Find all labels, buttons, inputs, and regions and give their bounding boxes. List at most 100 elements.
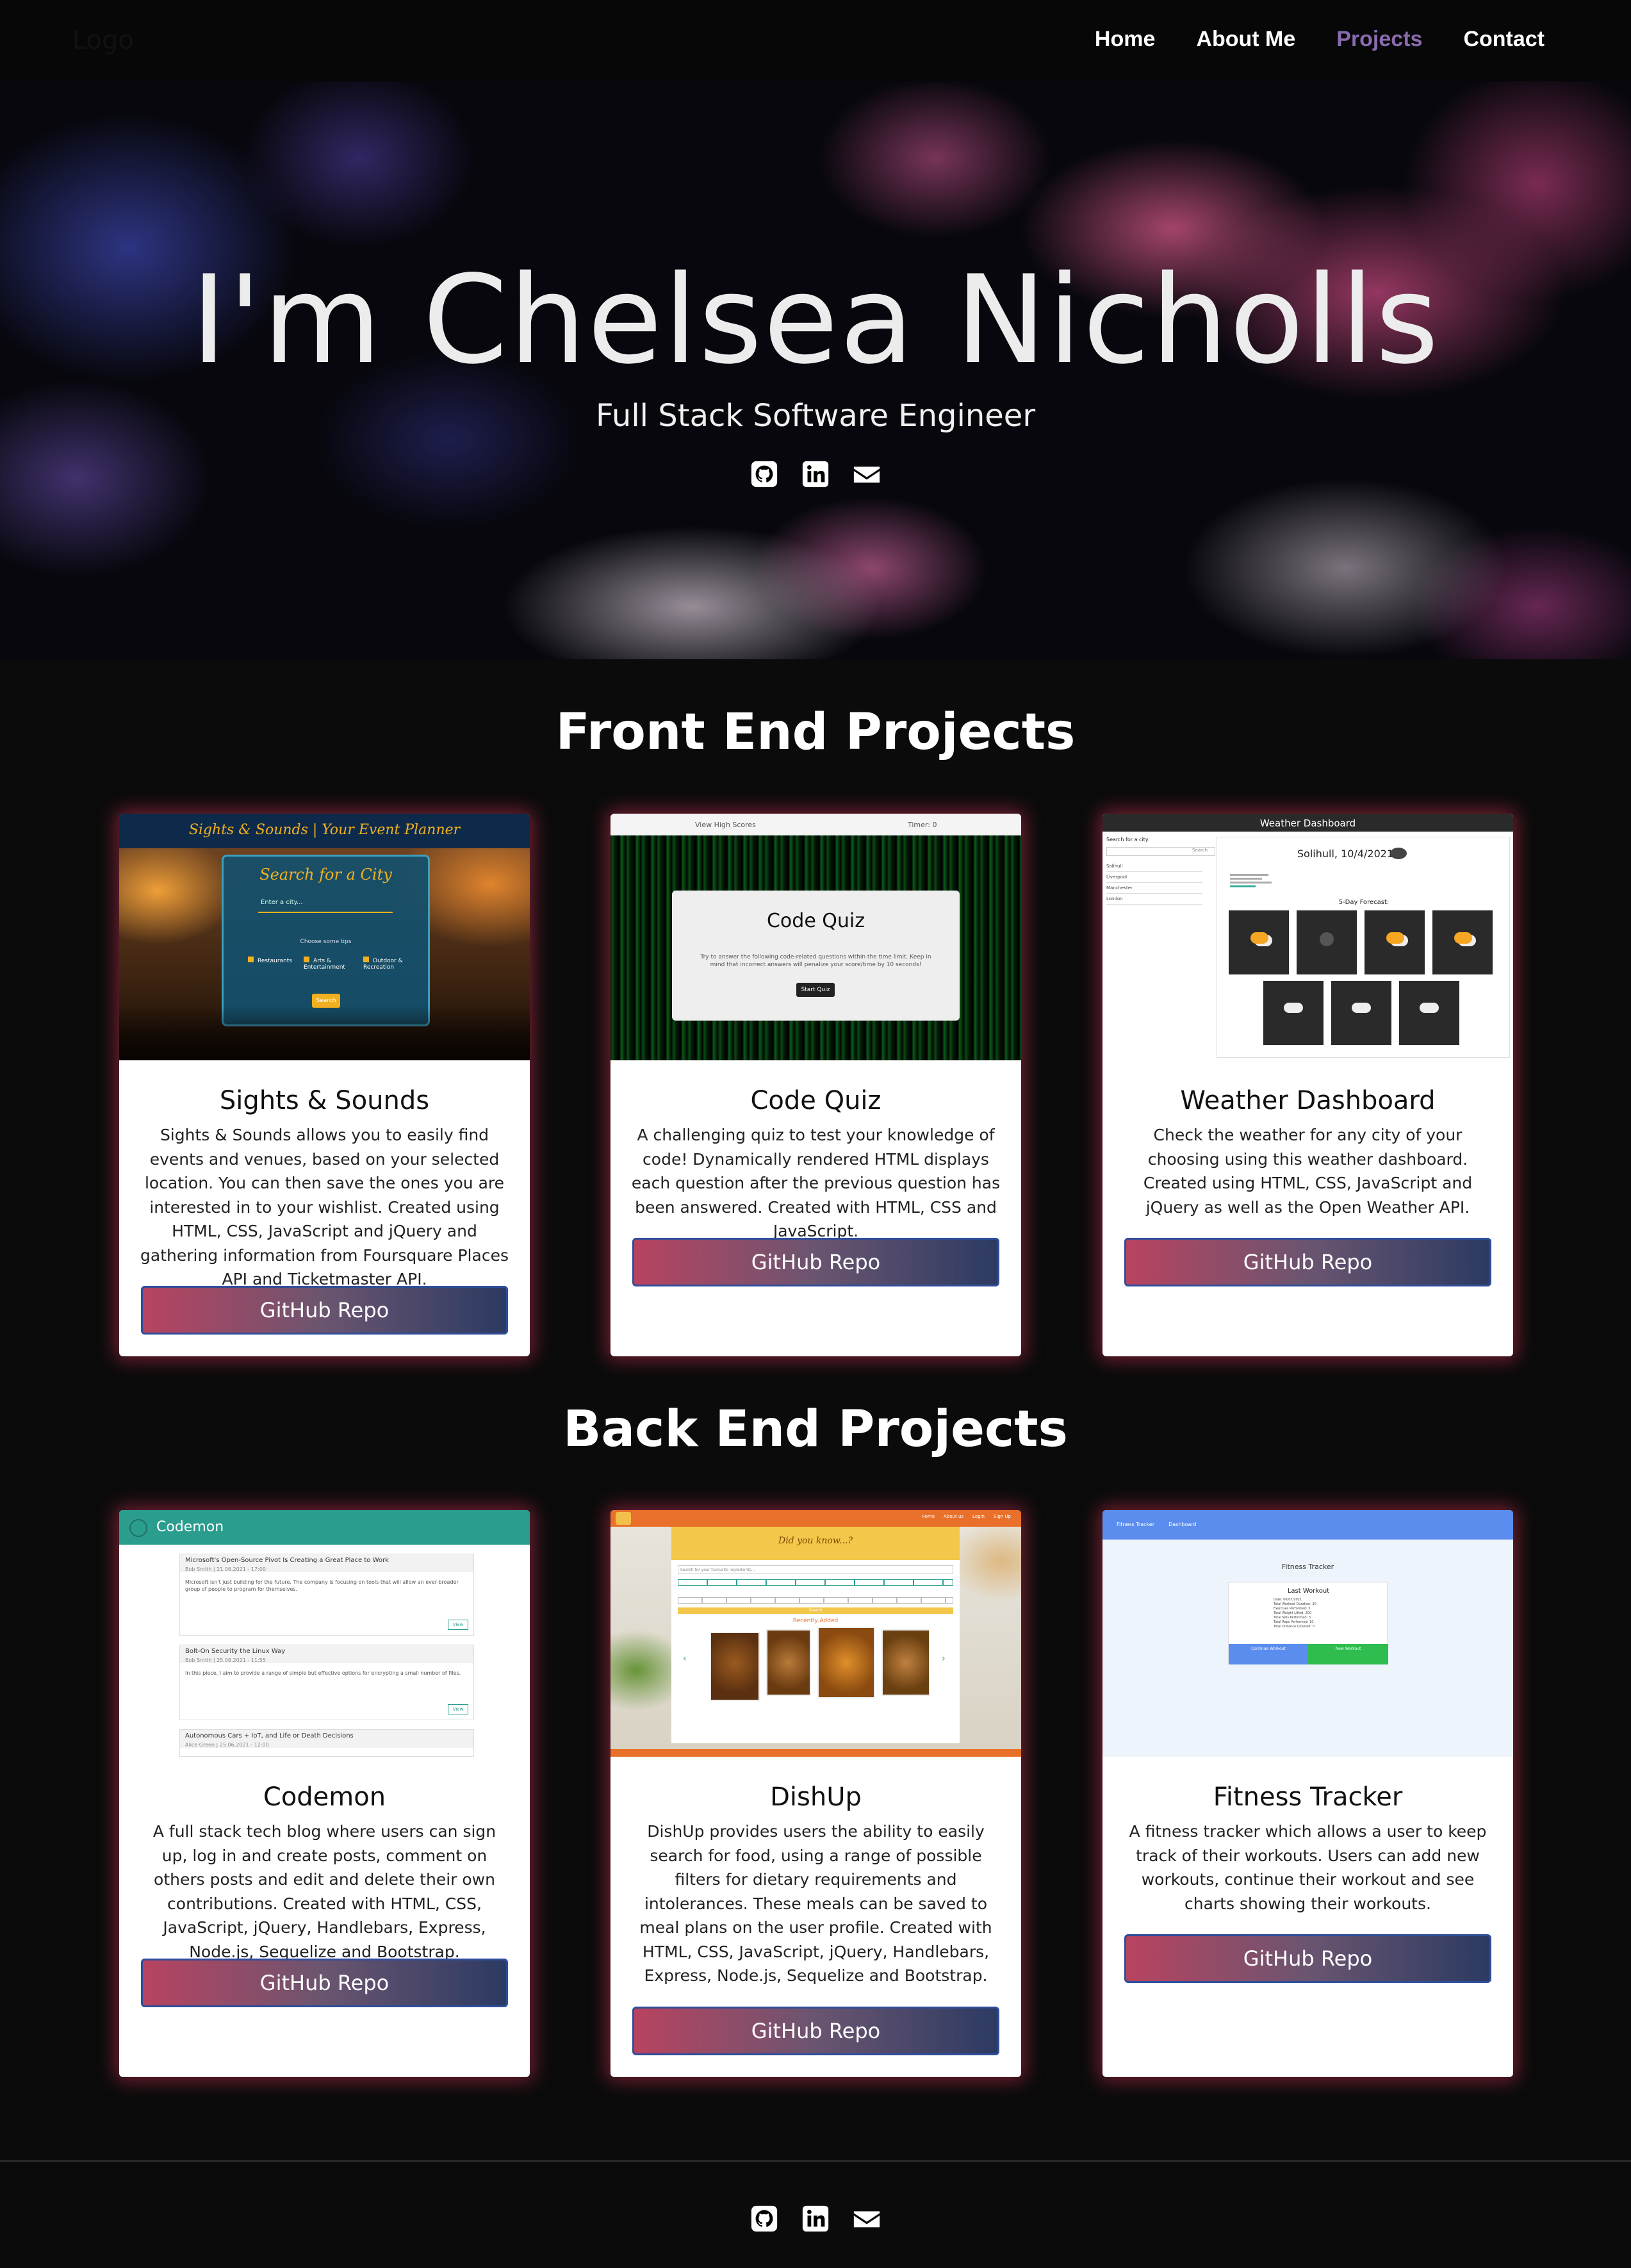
cq-timer: Timer: 0 bbox=[908, 821, 937, 829]
ft-new-button[interactable]: New Workout bbox=[1308, 1644, 1388, 1664]
card-title: Codemon bbox=[263, 1782, 386, 1812]
ft-nav-link[interactable]: Fitness Tracker bbox=[1117, 1522, 1154, 1527]
card-title: DishUp bbox=[770, 1782, 862, 1812]
github-repo-button[interactable]: GitHub Repo bbox=[1124, 1238, 1491, 1286]
nav-home-link[interactable]: Home bbox=[1095, 27, 1155, 52]
recipe-card[interactable] bbox=[817, 1627, 875, 1698]
code-quiz-screenshot[interactable]: View High Scores Timer: 0 Code Quiz Try … bbox=[611, 814, 1021, 1060]
hero-title: I'm Chelsea Nicholls bbox=[191, 249, 1440, 391]
cq-intro-text: Try to answer the following code-related… bbox=[700, 954, 931, 968]
cm-view-button[interactable]: View bbox=[448, 1704, 468, 1714]
linkedin-icon[interactable] bbox=[801, 2204, 830, 2233]
ft-continue-button[interactable]: Continue Workout bbox=[1229, 1644, 1308, 1664]
dishup-screenshot[interactable]: Home About us Login Sign Up Did you know… bbox=[611, 1510, 1021, 1757]
ft-stat-row: Total Reps Performed: 10 bbox=[1274, 1620, 1314, 1624]
card-title: Weather Dashboard bbox=[1180, 1086, 1436, 1115]
cm-post-title[interactable]: Microsoft's Open-Source Pivot Is Creatin… bbox=[180, 1554, 473, 1566]
chevron-left-icon[interactable]: ‹ bbox=[683, 1654, 687, 1664]
ss-city-input[interactable]: Enter a city... bbox=[258, 899, 393, 913]
github-icon[interactable] bbox=[750, 2204, 779, 2233]
cm-post-title[interactable]: Bolt-On Security the Linux Way bbox=[180, 1645, 473, 1657]
ss-option-arts[interactable]: Arts & Entertainment bbox=[304, 957, 348, 971]
du-recent-label: Recently Added bbox=[792, 1618, 839, 1624]
card-title: Sights & Sounds bbox=[219, 1086, 430, 1115]
ft-workout-card: Last Workout Date: 06/07/2021 Total Work… bbox=[1228, 1582, 1388, 1664]
logo[interactable]: Logo bbox=[72, 26, 134, 55]
ft-stat-row: Total Workout Duration: 30 bbox=[1274, 1602, 1316, 1606]
weather-dashboard-screenshot[interactable]: Weather Dashboard Search for a city: Sea… bbox=[1102, 814, 1513, 1060]
wd-search-button[interactable]: Search bbox=[1192, 848, 1208, 853]
cq-high-scores-link[interactable]: View High Scores bbox=[695, 821, 756, 829]
cm-post-title[interactable]: Autonomous Cars + IoT, and Life or Death… bbox=[180, 1730, 473, 1742]
wd-city-item[interactable]: Liverpool bbox=[1106, 872, 1202, 883]
ss-search-heading: Search for a City bbox=[259, 866, 392, 883]
project-card-fitness-tracker: Fitness Tracker Dashboard Fitness Tracke… bbox=[1102, 1510, 1513, 2077]
du-main-panel: Search for your favourite ingredients...… bbox=[671, 1560, 960, 1743]
forecast-day-card bbox=[1297, 910, 1357, 974]
cm-post: Autonomous Cars + IoT, and Life or Death… bbox=[179, 1729, 474, 1757]
recipe-card[interactable] bbox=[766, 1629, 811, 1696]
card-description: DishUp provides users the ability to eas… bbox=[639, 1822, 992, 1985]
github-repo-button[interactable]: GitHub Repo bbox=[632, 1238, 999, 1286]
du-nav-link[interactable]: Home bbox=[921, 1514, 935, 1519]
ss-option-restaurants[interactable]: Restaurants bbox=[248, 957, 292, 964]
card-description: A fitness tracker which allows a user to… bbox=[1129, 1822, 1487, 1913]
github-repo-button[interactable]: GitHub Repo bbox=[141, 1286, 508, 1335]
card-title: Code Quiz bbox=[750, 1086, 881, 1115]
project-card-weather-dashboard: Weather Dashboard Search for a city: Sea… bbox=[1102, 814, 1513, 1356]
codemon-screenshot[interactable]: Codemon Microsoft's Open-Source Pivot Is… bbox=[119, 1510, 530, 1757]
wd-current-stats bbox=[1230, 872, 1281, 898]
sights-sounds-screenshot[interactable]: Sights & Sounds | Your Event Planner Sea… bbox=[119, 814, 530, 1060]
recipe-card[interactable] bbox=[881, 1629, 930, 1696]
cq-start-panel: Code Quiz Try to answer the following co… bbox=[672, 891, 960, 1021]
fitness-tracker-screenshot[interactable]: Fitness Tracker Dashboard Fitness Tracke… bbox=[1102, 1510, 1513, 1757]
du-nav-link[interactable]: Sign Up bbox=[994, 1514, 1011, 1519]
weather-icon bbox=[1390, 848, 1407, 859]
wd-city-item[interactable]: London bbox=[1106, 894, 1202, 905]
github-repo-button[interactable]: GitHub Repo bbox=[1124, 1934, 1491, 1983]
nav-contact-link[interactable]: Contact bbox=[1463, 27, 1545, 52]
back-end-heading: Back End Projects bbox=[563, 1401, 1068, 1458]
ss-option-outdoor[interactable]: Outdoor & Recreation bbox=[363, 957, 414, 971]
card-title: Fitness Tracker bbox=[1213, 1782, 1403, 1812]
cm-brand[interactable]: Codemon bbox=[156, 1519, 224, 1535]
github-repo-button[interactable]: GitHub Repo bbox=[632, 2007, 999, 2055]
card-description: Sights & Sounds allows you to easily fin… bbox=[140, 1126, 509, 1288]
du-search-input[interactable]: Search for your favourite ingredients... bbox=[678, 1565, 953, 1574]
wd-city-list: Solihull Liverpool Manchester London bbox=[1106, 861, 1202, 905]
du-nav-link[interactable]: About us bbox=[944, 1514, 963, 1519]
envelope-icon[interactable] bbox=[852, 2204, 881, 2233]
cm-post: Microsoft's Open-Source Pivot Is Creatin… bbox=[179, 1554, 474, 1636]
wd-city-item[interactable]: Manchester bbox=[1106, 883, 1202, 894]
ft-stat-row: Exercises Performed: 3 bbox=[1274, 1607, 1311, 1611]
card-description: A challenging quiz to test your knowledg… bbox=[631, 1126, 1001, 1240]
ft-card-rows: Date: 06/07/2021 Total Workout Duration:… bbox=[1274, 1598, 1370, 1629]
codemon-logo-icon bbox=[129, 1519, 147, 1537]
du-filter-row[interactable] bbox=[678, 1597, 953, 1604]
cq-start-button[interactable]: Start Quiz bbox=[796, 983, 835, 997]
linkedin-icon[interactable] bbox=[801, 459, 830, 489]
du-search-button[interactable]: Search bbox=[678, 1607, 953, 1614]
nav-projects-link[interactable]: Projects bbox=[1336, 27, 1422, 52]
cm-view-button[interactable]: View bbox=[448, 1620, 468, 1630]
chevron-right-icon[interactable]: › bbox=[942, 1654, 946, 1664]
envelope-icon[interactable] bbox=[852, 459, 881, 489]
navbar: Logo Home About Me Projects Contact bbox=[0, 0, 1631, 81]
du-filter-row[interactable] bbox=[678, 1579, 953, 1586]
du-footer-bar bbox=[611, 1749, 1021, 1757]
footer-social-links bbox=[0, 2204, 1631, 2233]
recipe-card[interactable] bbox=[710, 1632, 760, 1701]
ft-nav-links: Fitness Tracker Dashboard bbox=[1117, 1522, 1197, 1527]
github-icon[interactable] bbox=[750, 459, 779, 489]
cm-post-meta: Alice Green | 25.06.2021 - 12:00 bbox=[180, 1742, 473, 1748]
ft-nav-link[interactable]: Dashboard bbox=[1168, 1522, 1196, 1527]
cm-post-meta: Bob Smith | 21.06.2021 - 17:00 bbox=[180, 1566, 473, 1572]
du-nav-link[interactable]: Login bbox=[972, 1514, 985, 1519]
ft-stat-row: Total Sets Performed: 3 bbox=[1274, 1616, 1311, 1620]
wd-city-item[interactable]: Solihull bbox=[1106, 861, 1202, 872]
cm-post-meta: Bob Smith | 25.06.2021 - 11:55 bbox=[180, 1657, 473, 1663]
github-repo-button[interactable]: GitHub Repo bbox=[141, 1959, 508, 2007]
wd-header: Weather Dashboard bbox=[1102, 814, 1513, 832]
ss-header-bar: Sights & Sounds | Your Event Planner bbox=[119, 814, 530, 848]
nav-about-link[interactable]: About Me bbox=[1196, 27, 1295, 52]
